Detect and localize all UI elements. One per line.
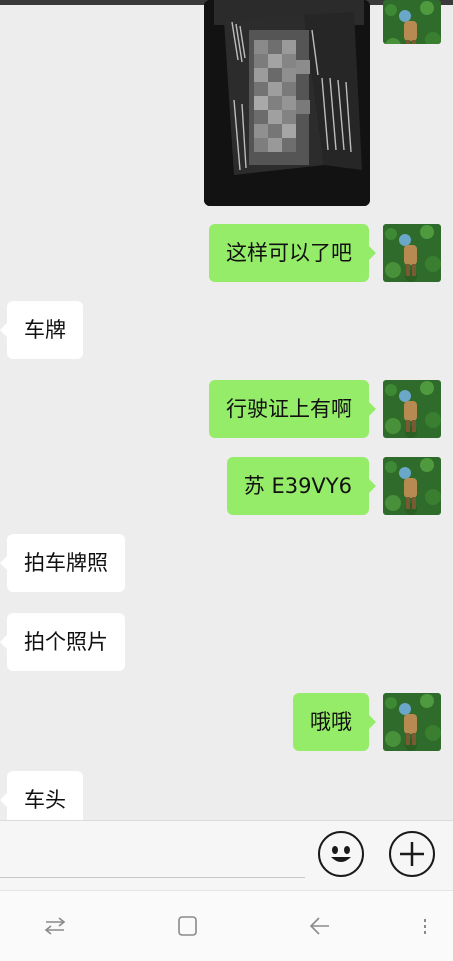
message-bubble-outgoing[interactable]: 行驶证上有啊 xyxy=(209,380,376,438)
emoji-button[interactable] xyxy=(318,831,364,877)
message-bubble-outgoing[interactable]: 哦哦 xyxy=(293,693,376,751)
input-underline xyxy=(0,877,305,878)
message-bubble-incoming[interactable]: 拍个照片 xyxy=(0,613,125,671)
message-bubble-incoming[interactable]: 车头 xyxy=(0,771,83,820)
recent-apps-icon xyxy=(44,917,66,935)
chat-history[interactable]: 这样可以了吧 车牌 行驶证上有啊 苏 E39VY6 拍车牌照 拍个照片 哦哦 车… xyxy=(0,0,453,820)
home-button[interactable] xyxy=(162,891,212,961)
avatar-garden-figure-icon xyxy=(383,0,441,44)
smiley-face-icon xyxy=(331,846,351,862)
avatar-garden-figure-icon xyxy=(383,457,441,515)
my-avatar[interactable] xyxy=(383,380,441,438)
message-bubble-outgoing[interactable]: 这样可以了吧 xyxy=(209,224,376,282)
message-input-field[interactable] xyxy=(0,832,305,876)
avatar-garden-figure-icon xyxy=(383,380,441,438)
system-navigation-bar xyxy=(0,890,453,961)
plus-icon xyxy=(400,842,424,866)
avatar-garden-figure-icon xyxy=(383,693,441,751)
more-features-button[interactable] xyxy=(389,831,435,877)
message-bubble-incoming[interactable]: 车牌 xyxy=(0,301,83,359)
my-avatar[interactable] xyxy=(383,693,441,751)
blurred-document-photo xyxy=(204,0,370,206)
message-bubble-incoming[interactable]: 拍车牌照 xyxy=(0,534,125,592)
menu-button[interactable] xyxy=(405,891,445,961)
message-bubble-outgoing[interactable]: 苏 E39VY6 xyxy=(226,457,377,515)
message-image-blurred-document[interactable] xyxy=(204,0,370,206)
my-avatar[interactable] xyxy=(383,0,441,44)
menu-icon xyxy=(424,919,426,934)
home-icon xyxy=(178,916,197,936)
my-avatar[interactable] xyxy=(383,457,441,515)
recent-apps-button[interactable] xyxy=(30,891,80,961)
back-button[interactable] xyxy=(295,891,345,961)
my-avatar[interactable] xyxy=(383,224,441,282)
back-icon xyxy=(309,917,329,935)
avatar-garden-figure-icon xyxy=(383,224,441,282)
